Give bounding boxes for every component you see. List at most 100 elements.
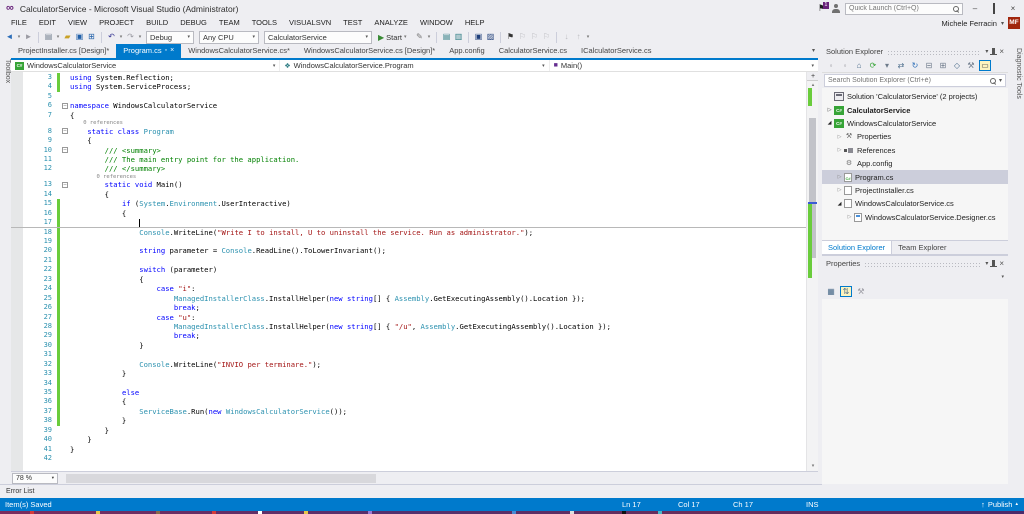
new-project-icon[interactable]: ▤ [43,30,54,44]
se-pending-icon[interactable]: ▾ [881,61,893,70]
type-dropdown[interactable]: ❖ WindowsCalculatorService.Program▾ [280,60,549,71]
comment-icon[interactable]: ▣ [473,30,484,44]
properties-object-dropdown[interactable]: ▾ [824,271,1006,283]
outdent-icon[interactable]: ▥ [453,30,464,44]
feedback-person-icon[interactable] [831,4,840,13]
se-show-all-files-icon[interactable]: ⊞ [937,61,949,70]
code-line[interactable]: 26 break; [11,303,806,312]
code-line[interactable]: 27 case "u": [11,313,806,322]
code-line[interactable]: 33 } [11,369,806,378]
properties-header[interactable]: Properties ▾ × [822,256,1008,270]
user-avatar[interactable]: MF [1008,17,1020,29]
next-bookmark-icon[interactable]: ⚐ [529,30,540,44]
tree-item[interactable]: ◢WindowsCalculatorService [822,117,1008,130]
new-project-caret[interactable]: ▾ [55,30,61,44]
expander-icon[interactable]: ▷ [835,147,844,153]
startup-project-dropdown[interactable]: CalculatorService▾ [264,31,372,44]
code-line[interactable]: 28 ManagedInstallerClass.InstallHelper(n… [11,322,806,331]
save-icon[interactable]: ▣ [74,30,85,44]
search-options-caret-icon[interactable]: ▾ [999,77,1002,84]
vertical-scrollbar[interactable]: + ▴ ▾ [806,72,818,471]
code-line[interactable]: 10– /// <summary> [11,146,806,155]
code-line[interactable]: 9 { [11,136,806,145]
solution-platform-dropdown[interactable]: Any CPU▾ [199,31,259,44]
code-line[interactable]: 39 } [11,426,806,435]
tool-window-tab[interactable]: Solution Explorer [822,241,892,254]
menu-tools[interactable]: TOOLS [246,17,283,29]
uncomment-icon[interactable]: ▨ [485,30,496,44]
pin-tab-icon[interactable]: ◦ [165,44,167,58]
code-line[interactable]: 4using System.ServiceProcess; [11,82,806,91]
diagnostic-tools-tab[interactable]: Diagnostic Tools [1010,46,1022,99]
menu-file[interactable]: FILE [5,17,33,29]
find-down-icon[interactable]: ↓ [561,30,572,44]
code-line[interactable]: 31 [11,350,806,359]
tab-overflow-caret-icon[interactable]: ▾ [812,44,818,58]
code-line[interactable]: 7{ [11,111,806,120]
menu-project[interactable]: PROJECT [93,17,140,29]
tree-item[interactable]: Solution 'CalculatorService' (2 projects… [822,90,1008,103]
tree-item[interactable]: App.config [822,157,1008,170]
tree-item[interactable]: ▷ProjectInstaller.cs [822,184,1008,197]
code-line[interactable]: 42 [11,454,806,463]
code-line[interactable]: 30 } [11,341,806,350]
code-line[interactable]: 14 { [11,190,806,199]
menu-debug[interactable]: DEBUG [174,17,213,29]
code-line[interactable]: 35 else [11,388,806,397]
menu-view[interactable]: VIEW [62,17,93,29]
code-line[interactable]: 20 string parameter = Console.ReadLine()… [11,246,806,255]
solution-explorer-search[interactable]: ▾ [824,74,1006,87]
code-line[interactable]: 8– static class Program [11,127,806,136]
se-refresh-icon[interactable]: ↻ [909,61,921,70]
tree-item[interactable]: ▷WindowsCalculatorService.Designer.cs [822,211,1008,224]
quick-launch-input[interactable] [849,5,953,12]
navigate-backward-caret[interactable]: ▾ [16,30,22,44]
attach-icon[interactable]: ✎ [414,30,425,44]
undo-caret[interactable]: ▾ [118,30,124,44]
code-line[interactable]: 18 Console.WriteLine("Write I to install… [11,228,806,237]
props-alphabetical-icon[interactable]: ⇅ [840,286,852,297]
tree-item[interactable]: ▷CalculatorService [822,103,1008,116]
document-tab[interactable]: WindowsCalculatorService.cs* [181,44,297,58]
code-line[interactable]: 17 [11,218,806,227]
se-collapse-all-icon[interactable]: ⊟ [923,61,935,70]
props-pages-icon[interactable]: ⚒ [855,287,867,296]
window-position-caret-icon[interactable]: ▾ [985,48,988,55]
expander-icon[interactable]: ▷ [845,214,854,220]
save-all-icon[interactable]: ⊞ [86,30,97,44]
close-panel-icon[interactable]: × [999,259,1004,268]
tree-item[interactable]: ◢WindowsCalculatorService.cs [822,197,1008,210]
se-home-icon[interactable]: ⌂ [853,61,865,70]
code-line[interactable]: 36 { [11,397,806,406]
code-line[interactable]: 12 /// </summary> [11,164,806,173]
minimize-button[interactable]: – [968,3,982,15]
tool-window-tab[interactable]: Team Explorer [892,241,952,254]
se-sync-icon[interactable]: ⟳ [867,61,879,70]
restore-button[interactable] [987,3,1001,15]
document-tab[interactable]: ICalculatorService.cs [574,44,658,58]
find-up-icon[interactable]: ↑ [573,30,584,44]
toolbar-overflow-caret[interactable]: ▾ [585,30,591,44]
user-name[interactable]: Michele Ferracin [942,19,997,28]
code-line[interactable]: 24 case "i": [11,284,806,293]
redo-icon[interactable]: ↷ [125,30,136,44]
publish-button[interactable]: ↑ Publish ▴ [981,498,1018,511]
expander-icon[interactable]: ◢ [825,120,834,126]
error-list-tab[interactable]: Error List [0,484,822,498]
code-line[interactable]: 32 Console.WriteLine("INVIO per terminar… [11,360,806,369]
prev-bookmark-icon[interactable]: ⚐ [517,30,528,44]
document-tab[interactable]: ProjectInstaller.cs [Design]* [11,44,116,58]
se-preview-icon[interactable]: ▭ [979,60,991,71]
expander-icon[interactable]: ◢ [835,201,844,207]
expander-icon[interactable]: ▷ [835,187,844,193]
code-line[interactable]: 38 } [11,416,806,425]
se-properties-icon[interactable]: ⚒ [965,61,977,70]
splitter-handle[interactable]: + [807,72,818,81]
code-line[interactable]: 19 [11,237,806,246]
code-line[interactable]: 3using System.Reflection; [11,73,806,82]
horizontal-scrollbar-thumb[interactable] [66,474,376,483]
expander-icon[interactable]: ▷ [835,174,844,180]
code-line[interactable]: 13– static void Main() [11,180,806,189]
start-debugging-button[interactable]: ▶ Start ▾ [378,33,410,42]
se-back-icon[interactable]: ◦ [825,61,837,70]
